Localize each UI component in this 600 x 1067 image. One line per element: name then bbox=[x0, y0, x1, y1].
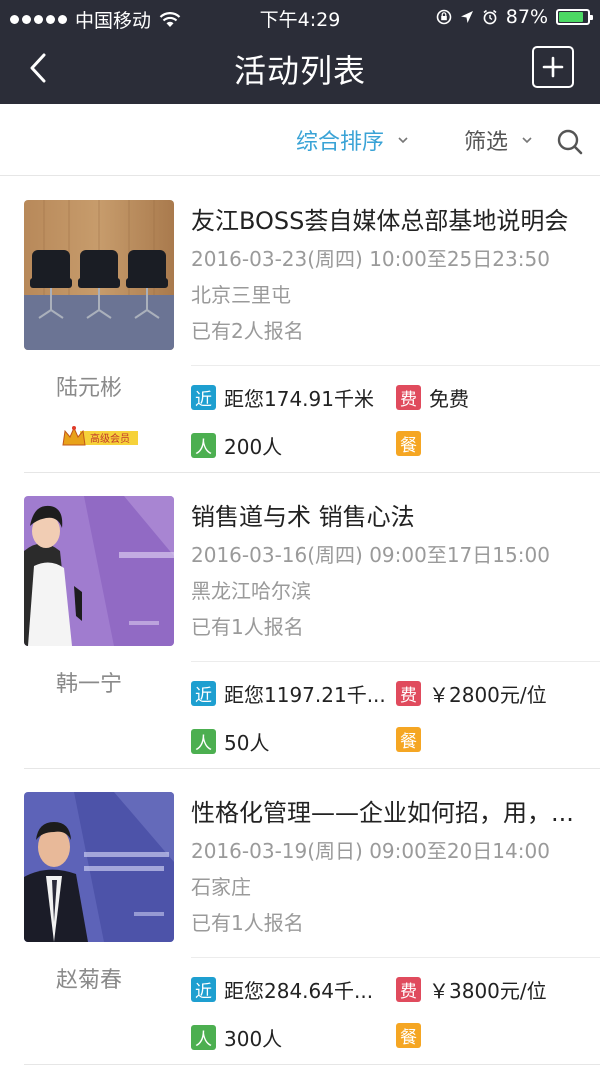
event-card[interactable]: 赵菊春 性格化管理——企业如何招，用，... 2016-03-19(周日) 09… bbox=[24, 769, 600, 1065]
battery-icon bbox=[556, 9, 593, 25]
fee-info: 费 ￥3800元/位 bbox=[396, 975, 547, 1004]
fee-tag: 费 bbox=[396, 385, 421, 410]
filter-dropdown[interactable]: 筛选 bbox=[464, 124, 532, 156]
meal-tag: 餐 bbox=[396, 1023, 421, 1048]
member-badge-text: 高级会员 bbox=[90, 432, 130, 445]
fee-text: 免费 bbox=[429, 387, 469, 411]
rotation-lock-icon bbox=[436, 9, 452, 25]
nav-bar: 活动列表 bbox=[0, 34, 600, 104]
meal-info: 餐 bbox=[396, 1023, 429, 1048]
divider bbox=[191, 365, 600, 366]
fee-text: ￥2800元/位 bbox=[429, 683, 547, 707]
filter-bar: 综合排序 筛选 bbox=[0, 104, 600, 176]
fee-tag: 费 bbox=[396, 977, 421, 1002]
divider bbox=[191, 957, 600, 958]
divider bbox=[191, 661, 600, 662]
people-tag: 人 bbox=[191, 729, 216, 754]
event-signups: 已有2人报名 bbox=[191, 319, 304, 343]
event-signups: 已有1人报名 bbox=[191, 911, 304, 935]
meal-info: 餐 bbox=[396, 431, 429, 456]
battery-level bbox=[559, 12, 584, 22]
alarm-icon bbox=[483, 9, 497, 25]
capacity-info: 人 300人 bbox=[191, 1023, 282, 1052]
search-icon[interactable] bbox=[556, 128, 584, 156]
status-right: 87% bbox=[436, 6, 593, 28]
event-thumbnail[interactable] bbox=[24, 496, 174, 646]
event-time: 2016-03-19(周日) 09:00至20日14:00 bbox=[191, 839, 550, 863]
distance-text: 距您284.64千... bbox=[224, 979, 374, 1003]
meal-tag: 餐 bbox=[396, 431, 421, 456]
event-title[interactable]: 性格化管理——企业如何招，用，... bbox=[191, 793, 596, 828]
capacity-info: 人 200人 bbox=[191, 431, 282, 460]
event-location: 石家庄 bbox=[191, 875, 251, 899]
event-signups: 已有1人报名 bbox=[191, 615, 304, 639]
event-thumbnail[interactable] bbox=[24, 792, 174, 942]
people-tag: 人 bbox=[191, 433, 216, 458]
event-card[interactable]: 陆元彬 高级会员 友江BOSS荟自媒体总部基地说明会 2016-03-23(周四… bbox=[24, 177, 600, 473]
event-title[interactable]: 友江BOSS荟自媒体总部基地说明会 bbox=[191, 201, 596, 236]
distance-info: 近 距您284.64千... bbox=[191, 975, 404, 1004]
event-list: 陆元彬 高级会员 友江BOSS荟自媒体总部基地说明会 2016-03-23(周四… bbox=[0, 177, 600, 1065]
chevron-down-icon bbox=[398, 137, 408, 144]
distance-info: 近 距您174.91千米 bbox=[191, 383, 404, 412]
organizer-name: 赵菊春 bbox=[55, 968, 122, 993]
distance-info: 近 距您1197.21千... bbox=[191, 679, 404, 708]
plus-icon bbox=[542, 56, 564, 78]
capacity-text: 300人 bbox=[224, 1027, 283, 1051]
capacity-text: 200人 bbox=[224, 435, 283, 459]
status-bar: 中国移动 下午4:29 87% bbox=[0, 0, 600, 34]
chevron-down-icon bbox=[522, 137, 532, 144]
event-time: 2016-03-16(周四) 09:00至17日15:00 bbox=[191, 543, 550, 567]
battery-percent: 87% bbox=[505, 6, 548, 28]
distance-text: 距您1197.21千... bbox=[224, 683, 386, 707]
near-tag: 近 bbox=[191, 385, 216, 410]
near-tag: 近 bbox=[191, 977, 216, 1002]
capacity-info: 人 50人 bbox=[191, 727, 269, 756]
fee-info: 费 ￥2800元/位 bbox=[396, 679, 547, 708]
near-tag: 近 bbox=[191, 681, 216, 706]
event-card[interactable]: 韩一宁 销售道与术 销售心法 2016-03-16(周四) 09:00至17日1… bbox=[24, 473, 600, 769]
organizer-name: 韩一宁 bbox=[55, 672, 122, 697]
meal-tag: 餐 bbox=[396, 727, 421, 752]
meal-info: 餐 bbox=[396, 727, 429, 752]
event-location: 北京三里屯 bbox=[191, 283, 291, 307]
sort-dropdown[interactable]: 综合排序 bbox=[296, 124, 408, 156]
distance-text: 距您174.91千米 bbox=[224, 387, 374, 411]
event-location: 黑龙江哈尔滨 bbox=[191, 579, 311, 603]
fee-text: ￥3800元/位 bbox=[429, 979, 547, 1003]
location-arrow-icon bbox=[460, 11, 473, 23]
fee-tag: 费 bbox=[396, 681, 421, 706]
filter-label: 筛选 bbox=[464, 130, 509, 155]
event-thumbnail[interactable] bbox=[24, 200, 174, 350]
capacity-text: 50人 bbox=[224, 731, 270, 755]
organizer-name: 陆元彬 bbox=[55, 376, 122, 401]
event-title[interactable]: 销售道与术 销售心法 bbox=[191, 497, 596, 532]
fee-info: 费 免费 bbox=[396, 383, 469, 412]
member-badge: 高级会员 bbox=[62, 426, 138, 446]
event-time: 2016-03-23(周四) 10:00至25日23:50 bbox=[191, 247, 550, 271]
add-event-button[interactable] bbox=[532, 46, 574, 88]
app-header: 中国移动 下午4:29 87% 活动列表 bbox=[0, 0, 600, 104]
sort-label: 综合排序 bbox=[296, 130, 385, 155]
people-tag: 人 bbox=[191, 1025, 216, 1050]
page-title: 活动列表 bbox=[233, 52, 366, 90]
